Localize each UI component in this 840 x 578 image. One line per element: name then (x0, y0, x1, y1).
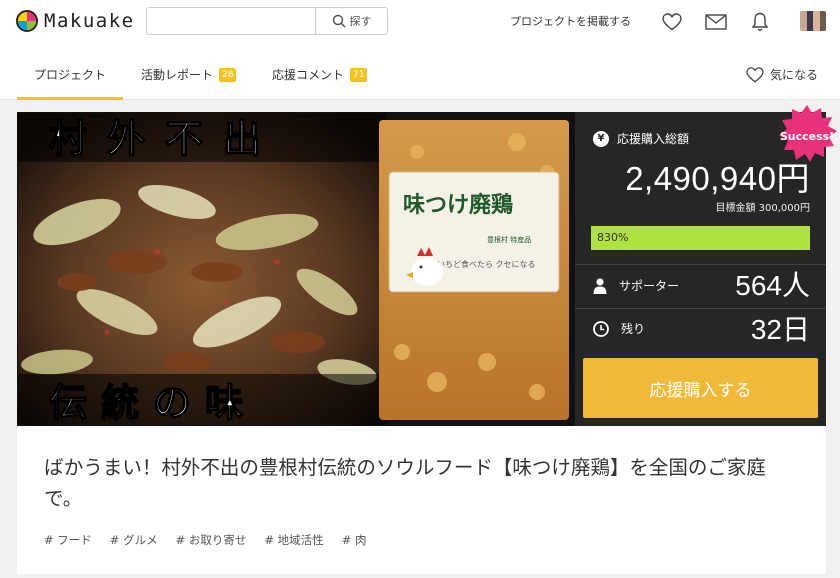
tab-project-label: プロジェクト (34, 68, 107, 82)
favorites-button[interactable] (660, 10, 684, 34)
logo-mark-icon (16, 10, 38, 32)
favorite-label: 気になる (770, 68, 819, 82)
tag-link[interactable]: # 地域活性 (264, 532, 323, 548)
activity-report-count-badge: 28 (219, 67, 237, 82)
progress-percent: 830% (597, 231, 629, 244)
comments-count-badge: 71 (350, 67, 368, 82)
total-label: ¥ 応援購入総額 (593, 130, 689, 147)
funding-progress-bar: 830% (591, 226, 810, 250)
package-title: 味つけ廃鶏 (403, 192, 513, 218)
hero-headline-bottom: 伝統の味 (49, 381, 257, 425)
heart-icon (746, 66, 764, 82)
tag-list: # フード # グルメ # お取り寄せ # 地域活性 # 肉 (44, 532, 366, 548)
remaining-label-text: 残り (621, 322, 646, 336)
active-tab-indicator (17, 97, 123, 100)
success-badge: Success! (775, 103, 839, 167)
user-avatar[interactable] (800, 11, 826, 31)
search-button[interactable]: 探す (315, 8, 387, 34)
site-header: Makuake 探す プロジェクトを掲載する (0, 0, 840, 44)
notifications-button[interactable] (748, 10, 772, 34)
remaining-label: 残り (593, 320, 645, 337)
post-project-link[interactable]: プロジェクトを掲載する (510, 13, 631, 29)
tab-comments[interactable]: 応援コメント 71 (272, 66, 368, 83)
supporters-count: 564人 (735, 270, 810, 301)
bell-icon (751, 12, 769, 31)
clock-icon (593, 320, 609, 337)
project-hero-image: 村外不出 伝統の味 味つけ廃鶏 いちど食べたら クセになる 豊根村 特産品 (17, 112, 575, 426)
tag-link[interactable]: # お取り寄せ (176, 532, 247, 548)
success-badge-label: Success! (780, 130, 834, 143)
mail-icon (705, 14, 727, 30)
tab-comments-label: 応援コメント (272, 68, 345, 82)
hero-illustration: 村外不出 伝統の味 味つけ廃鶏 いちど食べたら クセになる 豊根村 特産品 (17, 112, 575, 426)
tab-activity-report-label: 活動レポート (141, 68, 214, 82)
project-summary-card: ばかうまい！村外不出の豊根村伝統のソウルフード【味つけ廃鶏】を全国のご家庭で。 … (17, 426, 826, 574)
tag-link[interactable]: # フード (44, 532, 92, 548)
search-input[interactable] (147, 8, 315, 34)
favorite-button[interactable]: 気になる (746, 66, 818, 83)
supporters-label: サポーター (593, 277, 679, 294)
tab-project[interactable]: プロジェクト (34, 66, 106, 83)
search-icon (332, 14, 346, 28)
project-title: ばかうまい！村外不出の豊根村伝統のソウルフード【味つけ廃鶏】を全国のご家庭で。 (44, 456, 766, 510)
heart-icon (662, 13, 682, 31)
tag-link[interactable]: # グルメ (110, 532, 158, 548)
remaining-days: 32日 (750, 314, 810, 345)
yen-icon: ¥ (593, 130, 609, 147)
makuake-logo[interactable]: Makuake (16, 8, 135, 34)
package-side-label: 豊根村 特産品 (487, 235, 531, 244)
project-tabs: プロジェクト 活動レポート 28 応援コメント 71 気になる (0, 44, 840, 100)
messages-button[interactable] (704, 10, 728, 34)
search-box: 探す (146, 7, 388, 35)
support-purchase-button[interactable]: 応援購入する (583, 358, 818, 418)
logo-text: Makuake (44, 10, 135, 32)
tab-activity-report[interactable]: 活動レポート 28 (141, 66, 237, 83)
search-button-label: 探す (349, 15, 372, 28)
supporters-label-text: サポーター (619, 279, 680, 293)
total-label-text: 応援購入総額 (617, 132, 690, 146)
package-subtitle: いちど食べたら クセになる (437, 259, 536, 269)
tag-link[interactable]: # 肉 (342, 532, 367, 548)
person-icon (593, 277, 607, 294)
hero-headline-top: 村外不出 (49, 117, 281, 161)
funding-goal: 目標金額 300,000円 (715, 203, 810, 214)
